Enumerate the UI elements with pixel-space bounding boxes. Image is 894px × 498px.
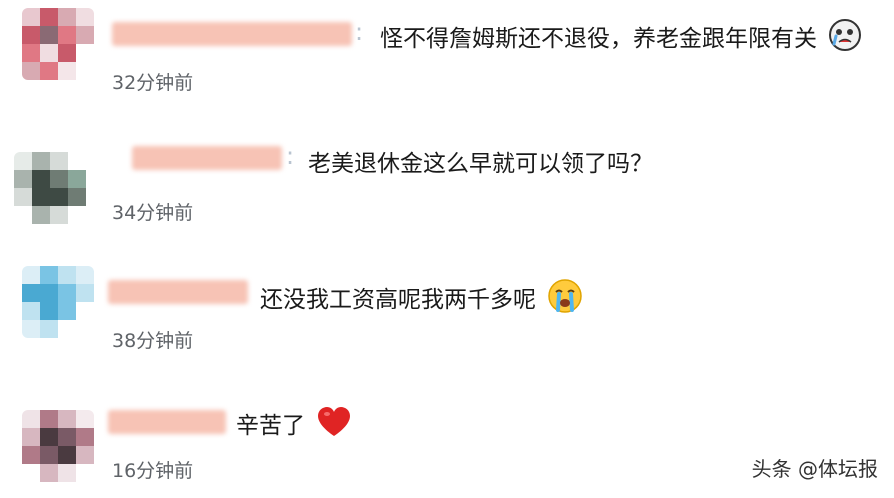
watermark: 头条 @体坛报 (751, 457, 878, 481)
avatar[interactable] (22, 266, 94, 338)
name-separator: : (355, 18, 364, 46)
crying-face-with-hand-icon (828, 18, 862, 61)
comment-item: 还没我工资高呢我两千多呢 38分钟前 (0, 248, 894, 372)
comment-time: 32分钟前 (112, 72, 194, 94)
sob-emoji-icon (547, 278, 583, 323)
comment-item: : 老美退休金这么早就可以领了吗？ 34分钟前 (0, 124, 894, 248)
comment-text: 还没我工资高呢我两千多呢 (260, 278, 583, 323)
comment-time: 34分钟前 (112, 202, 194, 224)
comment-text: 辛苦了 (236, 406, 352, 447)
comment-item: : 怪不得詹姆斯还不退役，养老金跟年限有关 32分钟前 (0, 0, 894, 124)
avatar[interactable] (14, 152, 86, 224)
username-redacted[interactable] (108, 410, 226, 434)
avatar[interactable] (22, 410, 94, 482)
username-redacted[interactable] (108, 280, 248, 304)
comment-text: 怪不得詹姆斯还不退役，养老金跟年限有关 (380, 18, 862, 61)
username-redacted[interactable] (112, 22, 352, 46)
comment-text: 老美退休金这么早就可以领了吗？ (308, 151, 653, 177)
username-redacted[interactable] (132, 146, 282, 170)
comment-time: 38分钟前 (112, 330, 194, 352)
comment-time: 16分钟前 (112, 460, 194, 482)
name-separator: : (286, 142, 295, 170)
avatar[interactable] (22, 8, 94, 80)
red-heart-icon (316, 406, 352, 447)
